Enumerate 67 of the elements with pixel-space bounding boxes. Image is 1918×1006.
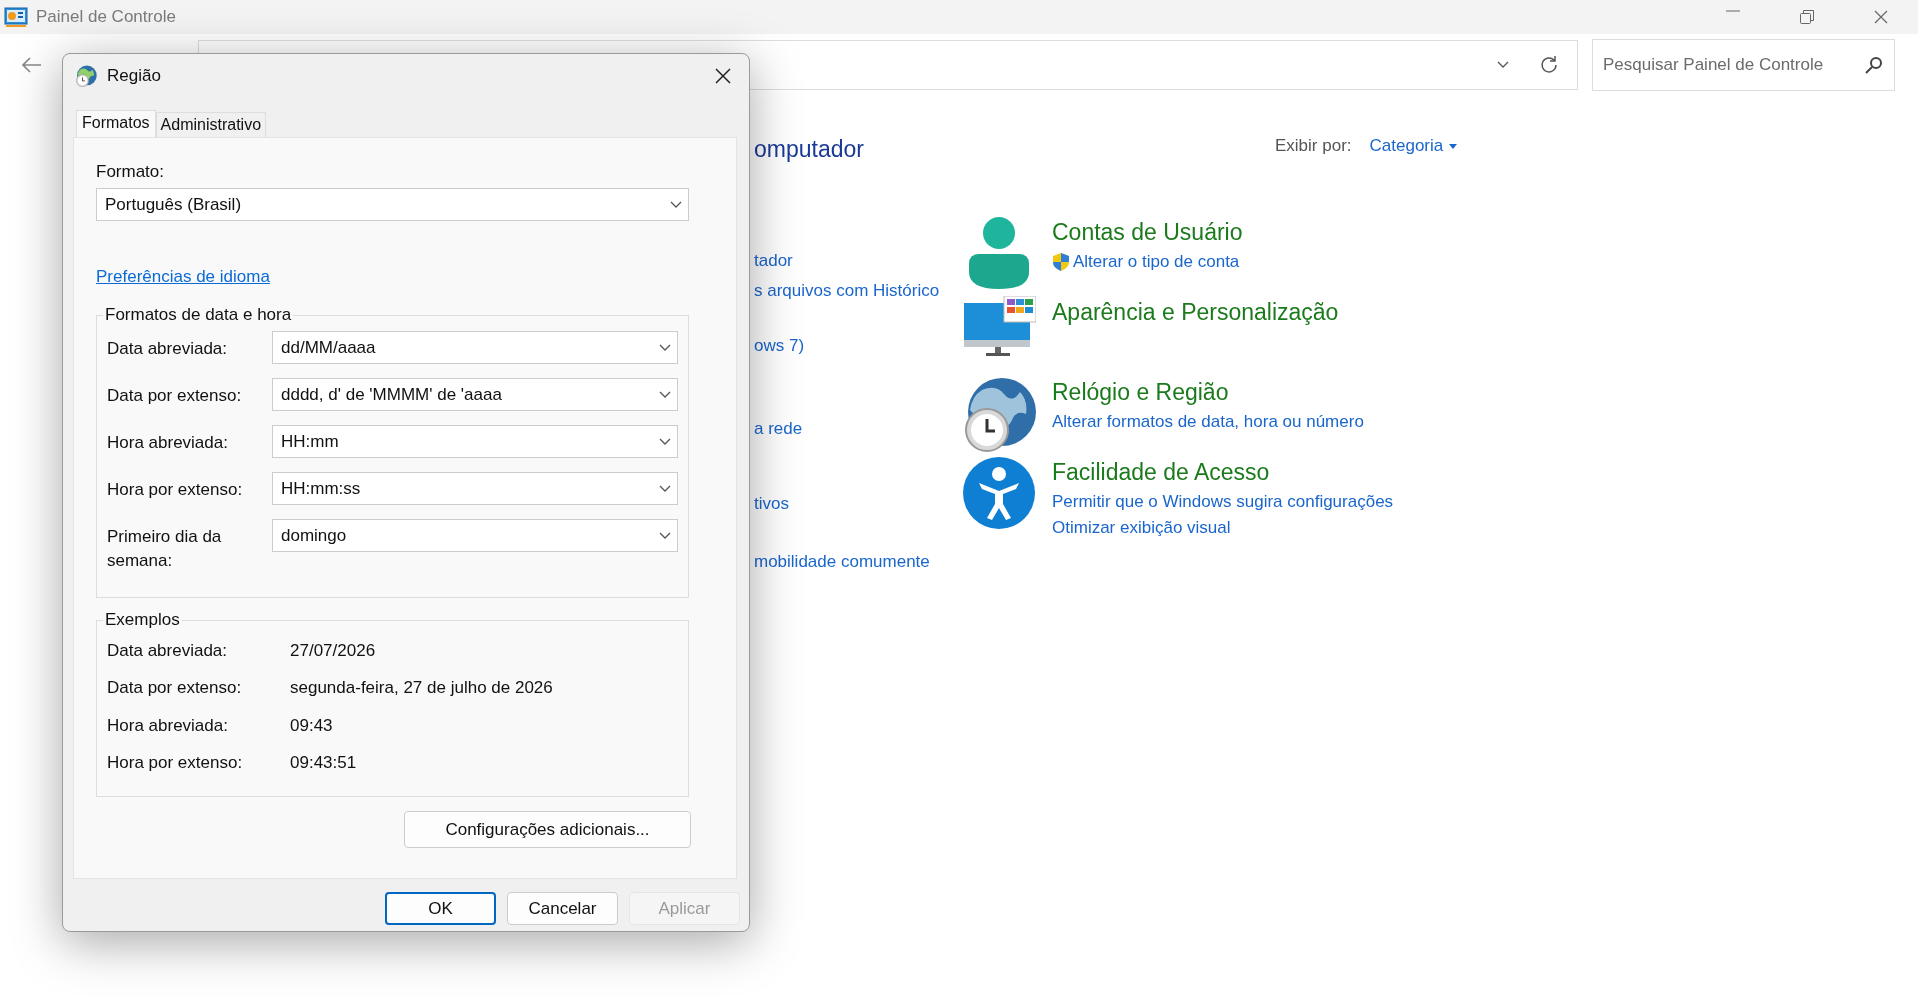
- format-label: Formato:: [96, 162, 166, 182]
- globe-clock-icon: [75, 65, 97, 87]
- tab[interactable]: Formatos: [76, 110, 156, 137]
- category-title[interactable]: Relógio e Região: [1052, 379, 1364, 406]
- shield-icon: [1052, 252, 1070, 272]
- example-label: Data por extenso:: [107, 678, 243, 699]
- accessibility-icon: [962, 456, 1036, 530]
- monitor-icon: [962, 296, 1036, 358]
- close-icon[interactable]: [715, 68, 731, 84]
- example-label: Data abreviada:: [107, 640, 229, 661]
- category-link[interactable]: Alterar o tipo de conta: [1052, 252, 1243, 272]
- chevron-down-icon: [659, 343, 671, 352]
- example-value: 09:43:51: [290, 753, 357, 774]
- example-value: segunda-feira, 27 de julho de 2026: [290, 678, 553, 699]
- search-icon[interactable]: [1865, 56, 1883, 74]
- category-link[interactable]: s arquivos com Histórico: [754, 281, 940, 301]
- category-link[interactable]: mobilidade comumente: [754, 552, 930, 572]
- category-title[interactable]: Facilidade de Acesso: [1052, 459, 1394, 486]
- category-link[interactable]: a rede: [754, 419, 803, 439]
- chevron-down-icon: [659, 390, 671, 399]
- caret-icon: [1449, 143, 1458, 149]
- category-link[interactable]: Alterar formatos de data, hora ou número: [1052, 412, 1364, 432]
- field-label: Data abreviada:: [107, 338, 229, 360]
- chevron-down-icon: [659, 531, 671, 540]
- dialog-title: Região: [107, 66, 161, 86]
- globe-clock-icon: [962, 376, 1036, 452]
- format-dropdown[interactable]: HH:mm: [272, 425, 678, 458]
- view-by-dropdown[interactable]: Categoria: [1369, 136, 1458, 156]
- dropdown-chevron-icon: [1497, 61, 1509, 69]
- format-dropdown[interactable]: domingo: [272, 519, 678, 552]
- category-link[interactable]: tador: [754, 251, 793, 271]
- tab[interactable]: Administrativo: [155, 112, 267, 137]
- format-dropdown[interactable]: HH:mm:ss: [272, 472, 678, 505]
- view-by-label: Exibir por:: [1275, 136, 1352, 156]
- format-dropdown[interactable]: dddd, d' de 'MMMM' de 'aaaa: [272, 378, 678, 411]
- chevron-down-icon: [659, 484, 671, 493]
- refresh-icon[interactable]: [1539, 55, 1559, 75]
- category-link[interactable]: ows 7): [754, 336, 805, 356]
- field-label: Hora abreviada:: [107, 432, 229, 454]
- category-link[interactable]: Permitir que o Windows sugira configurações: [1052, 492, 1394, 512]
- field-label: Primeiro dia da semana:: [107, 526, 223, 572]
- restore-icon[interactable]: [1800, 10, 1814, 24]
- group-title: Formatos de data e hora: [104, 305, 293, 325]
- dialog-button[interactable]: Cancelar: [507, 892, 618, 925]
- format-dropdown[interactable]: Português (Brasil): [96, 188, 689, 221]
- group-title: Exemplos: [104, 610, 181, 630]
- control-panel-icon: [4, 7, 28, 27]
- additional-settings-button[interactable]: Configurações adicionais...: [404, 811, 691, 848]
- category-link[interactable]: Otimizar exibição visual: [1052, 518, 1394, 538]
- example-label: Hora abreviada:: [107, 715, 229, 736]
- category-title[interactable]: Aparência e Personalização: [1052, 299, 1339, 326]
- category-link[interactable]: tivos: [754, 494, 789, 514]
- example-label: Hora por extenso:: [107, 753, 244, 774]
- field-label: Data por extenso:: [107, 385, 243, 407]
- example-value: 27/07/2026: [290, 640, 376, 661]
- language-preferences-link[interactable]: Preferências de idioma: [96, 267, 270, 287]
- example-value: 09:43: [290, 715, 333, 736]
- dialog-button[interactable]: OK: [385, 892, 496, 925]
- back-arrow-icon[interactable]: [22, 57, 42, 73]
- chevron-down-icon: [659, 437, 671, 446]
- category-title[interactable]: Contas de Usuário: [1052, 219, 1243, 246]
- window-title: Painel de Controle: [36, 7, 176, 27]
- section-heading: omputador: [754, 136, 864, 163]
- field-label: Hora por extenso:: [107, 479, 244, 501]
- search-field[interactable]: Pesquisar Painel de Controle: [1592, 39, 1895, 91]
- chevron-down-icon: [670, 200, 682, 209]
- format-dropdown[interactable]: dd/MM/aaaa: [272, 331, 678, 364]
